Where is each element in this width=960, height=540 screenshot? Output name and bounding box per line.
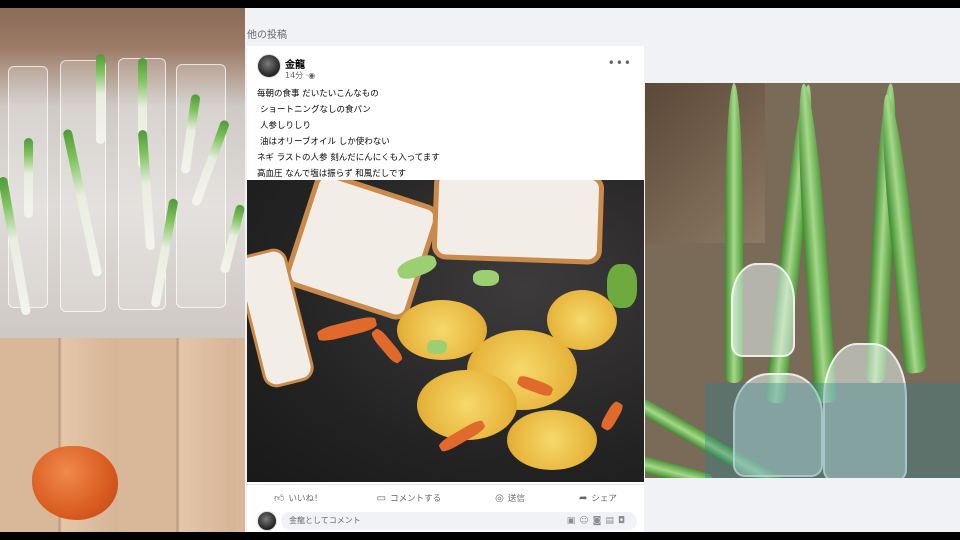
section-label: 他の投稿 — [247, 30, 287, 41]
background-shelf — [645, 83, 765, 243]
scallion-piece — [473, 270, 499, 286]
post-text-line: ショートニングなしの食パン — [260, 105, 371, 115]
scallion-regrow-photo[interactable] — [0, 8, 245, 338]
post-text-line: 毎朝の食事 だいたいこんなもの — [257, 89, 379, 99]
share-label: シェア — [591, 494, 617, 504]
author-avatar[interactable] — [257, 54, 281, 78]
carrot-strip — [599, 400, 625, 432]
comment-row: 金龍としてコメント ▣☺◙▤◘ — [247, 510, 644, 532]
comment-tools: ▣☺◙▤◘ — [567, 512, 629, 530]
like-button[interactable]: 👍︎ いいね！ — [274, 492, 322, 504]
camera-icon[interactable]: ◙ — [593, 516, 606, 526]
comment-input[interactable]: 金龍としてコメント ▣☺◙▤◘ — [281, 512, 637, 530]
scallion-piece — [607, 264, 637, 308]
post-text-line: 油はオリーブオイル しか使わない — [260, 137, 390, 147]
post-meta: 14分 ·◉ — [285, 70, 315, 81]
carrot-strip — [316, 314, 378, 344]
plastic-bottle — [731, 263, 795, 357]
bread-slice — [431, 180, 605, 265]
bread-slice — [281, 180, 443, 324]
share-icon: ➦ — [579, 492, 588, 504]
comment-label: コメントする — [390, 494, 442, 504]
like-label: いいね！ — [288, 494, 323, 504]
more-horizontal-icon[interactable]: ••• — [608, 56, 632, 70]
sticker-icon[interactable]: ▣ — [567, 516, 580, 526]
share-button[interactable]: ➦ シェア — [579, 492, 617, 505]
globe-icon: ·◉ — [305, 71, 316, 80]
thumbs-up-icon: 👍︎ — [274, 493, 285, 504]
post-card: 金龍 14分 ·◉ ••• 毎朝の食事 だいたいこんなもの ショートニングなしの… — [247, 46, 644, 532]
scallions-in-bottles-photo[interactable] — [645, 83, 960, 478]
carrot-on-board-photo[interactable] — [0, 338, 245, 532]
carrot — [32, 446, 118, 520]
comment-placeholder: 金龍としてコメント — [289, 516, 361, 525]
egg — [507, 410, 597, 470]
gif-icon[interactable]: ▤ — [605, 516, 618, 526]
post-text-line: 人参しりしり — [260, 121, 312, 131]
post-actions: 👍︎ いいね！ ▭ コメントする ◎ 送信 ➦ シェア — [247, 484, 644, 511]
screen: 他の投稿 金龍 14分 ·◉ ••• 毎朝の食事 だいたいこんなもの ショートニ… — [0, 8, 960, 532]
teal-basket — [705, 383, 960, 478]
send-button[interactable]: ◎ 送信 — [495, 492, 525, 505]
comment-icon: ▭ — [376, 492, 387, 504]
commenter-avatar[interactable] — [257, 511, 277, 531]
comment-button[interactable]: ▭ コメントする — [376, 492, 442, 505]
scallion-sprout — [24, 138, 33, 218]
emoji-icon[interactable]: ☺ — [579, 516, 592, 526]
scallion-sprout — [96, 54, 105, 144]
post-time[interactable]: 14分 — [285, 71, 303, 80]
send-label: 送信 — [507, 494, 525, 504]
avatar-sticker-icon[interactable]: ◘ — [618, 516, 629, 526]
post-text: 毎朝の食事 だいたいこんなもの ショートニングなしの食パン 人参しりしり 油はオ… — [257, 86, 637, 182]
egg — [547, 290, 617, 350]
food-photo[interactable] — [247, 180, 644, 482]
post-text-line: ネギ ラストの人参 刻んだにんにくも入ってます — [257, 153, 440, 163]
author-name[interactable]: 金龍 — [285, 56, 305, 71]
messenger-icon: ◎ — [495, 492, 504, 504]
scallion-piece — [427, 340, 447, 354]
